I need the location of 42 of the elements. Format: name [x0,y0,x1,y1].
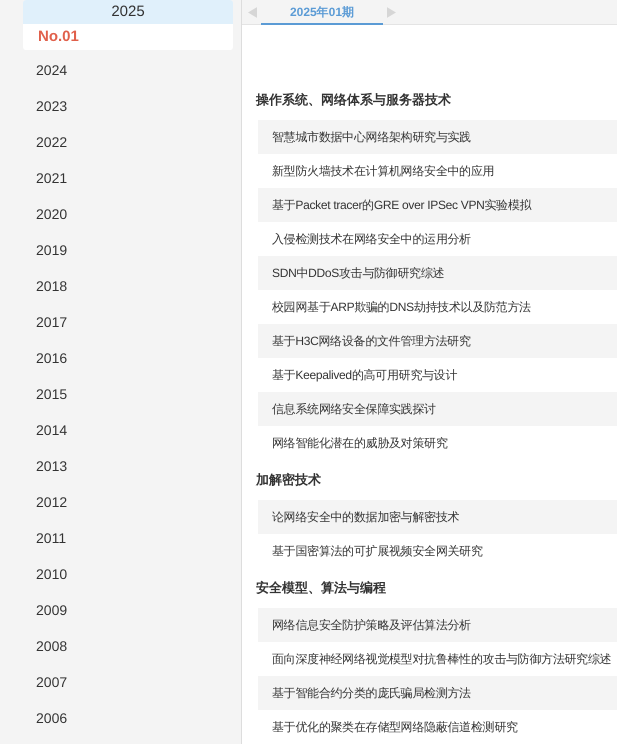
year-item[interactable]: 2016 [23,340,233,376]
article-link[interactable]: 信息系统网络安全保障实践探讨 [258,392,617,426]
year-item[interactable]: 2023 [23,88,233,124]
section-heading: 操作系统、网络体系与服务器技术 [256,91,452,109]
article-link[interactable]: 新型防火墙技术在计算机网络安全中的应用 [258,154,617,188]
article-link[interactable]: 基于国密算法的可扩展视频安全网关研究 [258,534,617,568]
previous-arrow-icon[interactable] [248,7,257,18]
section-heading: 加解密技术 [256,471,322,489]
article-link[interactable]: 校园网基于ARP欺骗的DNS劫持技术以及防范方法 [258,290,617,324]
article-link[interactable]: 基于Keepalived的高可用研究与设计 [258,358,617,392]
next-arrow-icon[interactable] [387,7,396,18]
article-link[interactable]: 基于Packet tracer的GRE over IPSec VPN实验模拟 [258,188,617,222]
article-link[interactable]: 基于优化的聚类在存储型网络隐蔽信道检测研究 [258,710,617,744]
year-item[interactable]: 2021 [23,160,233,196]
article-link[interactable]: 网络信息安全防护策略及评估算法分析 [258,608,617,642]
year-item[interactable]: 2012 [23,484,233,520]
year-item[interactable]: 2018 [23,268,233,304]
year-item[interactable]: 2015 [23,376,233,412]
issue-item[interactable]: No.01 [23,24,233,50]
year-item[interactable]: 2014 [23,412,233,448]
year-item[interactable]: 2024 [23,52,233,88]
year-item[interactable]: 2025 [23,0,233,24]
article-link[interactable]: 论网络安全中的数据加密与解密技术 [258,500,617,534]
year-item[interactable]: 2017 [23,304,233,340]
year-item[interactable]: 2010 [23,556,233,592]
year-item[interactable]: 2006 [23,700,233,736]
article-link[interactable]: 基于H3C网络设备的文件管理方法研究 [258,324,617,358]
year-item[interactable]: 2008 [23,628,233,664]
year-item[interactable]: 2013 [23,448,233,484]
year-item[interactable]: 2022 [23,124,233,160]
year-item[interactable]: 2020 [23,196,233,232]
article-link[interactable]: SDN中DDoS攻击与防御研究综述 [258,256,617,290]
article-link[interactable]: 智慧城市数据中心网络架构研究与实践 [258,120,617,154]
article-link[interactable]: 入侵检测技术在网络安全中的运用分析 [258,222,617,256]
section-heading: 安全模型、算法与编程 [256,579,387,597]
year-item[interactable]: 2007 [23,664,233,700]
year-item[interactable]: 2011 [23,520,233,556]
article-link[interactable]: 网络智能化潜在的威胁及对策研究 [258,426,617,460]
article-link[interactable]: 面向深度神经网络视觉模型对抗鲁棒性的攻击与防御方法研究综述 [258,642,617,676]
year-item[interactable]: 2009 [23,592,233,628]
article-link[interactable]: 基于智能合约分类的庞氏骗局检测方法 [258,676,617,710]
year-item[interactable]: 2019 [23,232,233,268]
